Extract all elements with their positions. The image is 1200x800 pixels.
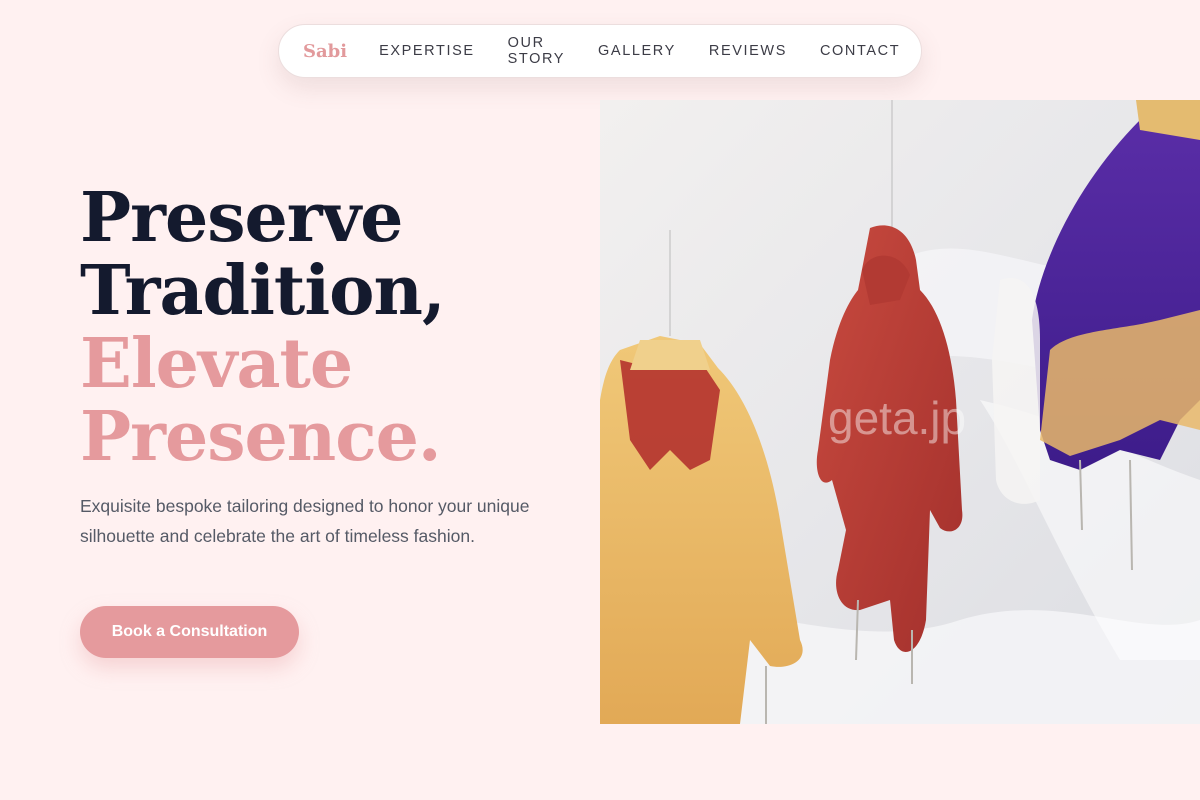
- brand-logo[interactable]: Sabi: [303, 41, 347, 62]
- book-consultation-button[interactable]: Book a Consultation: [80, 606, 299, 658]
- page: Sabi EXPERTISE OUR STORY GALLERY REVIEWS…: [0, 0, 1200, 800]
- nav-link-gallery[interactable]: GALLERY: [598, 43, 676, 59]
- headline-line-2: Tradition,: [80, 251, 446, 331]
- nav-link-contact[interactable]: CONTACT: [820, 43, 900, 59]
- garments-illustration: geta.jp: [600, 100, 1200, 724]
- nav-link-our-story[interactable]: OUR STORY: [508, 35, 565, 67]
- hero-description: Exquisite bespoke tailoring designed to …: [80, 496, 530, 546]
- top-navigation: Sabi EXPERTISE OUR STORY GALLERY REVIEWS…: [278, 24, 922, 78]
- image-watermark: geta.jp: [828, 392, 966, 444]
- headline-line-3: Elevate: [80, 324, 353, 404]
- nav-link-reviews[interactable]: REVIEWS: [709, 43, 787, 59]
- headline-line-1: Preserve: [80, 178, 403, 258]
- hero-headline: Preserve Tradition, Elevate Presence.: [80, 182, 580, 474]
- nav-link-expertise[interactable]: EXPERTISE: [379, 43, 475, 59]
- hero-image-hanging-garments: geta.jp: [600, 100, 1200, 724]
- headline-line-4: Presence.: [80, 397, 442, 477]
